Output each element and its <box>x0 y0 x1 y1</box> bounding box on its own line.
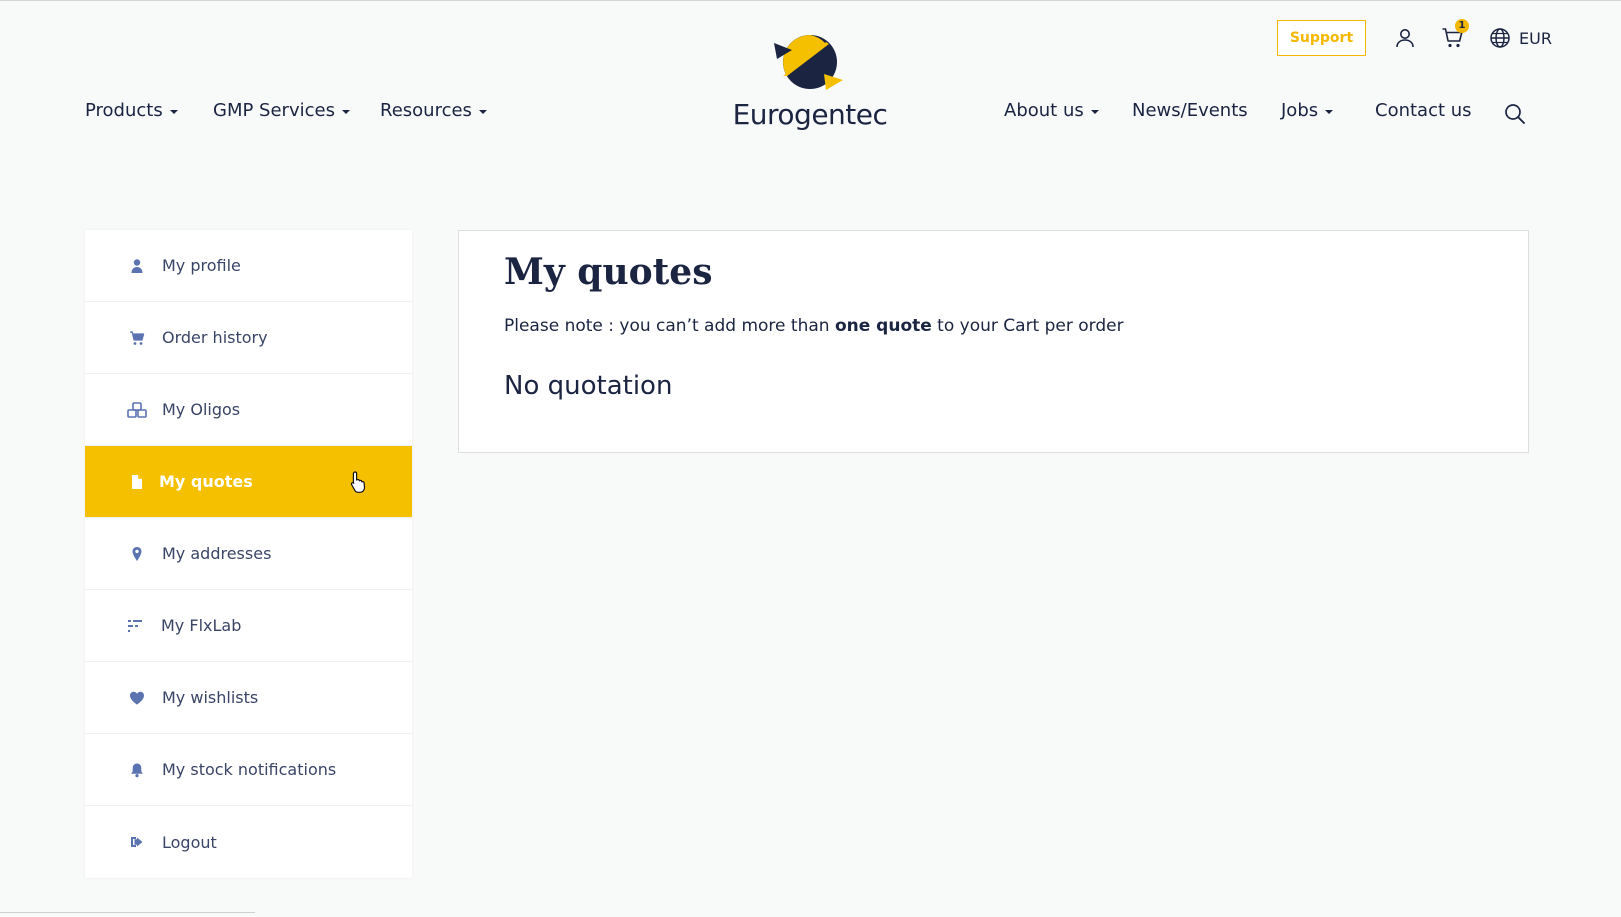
sidebar-item-my-stock-notifications[interactable]: My stock notifications <box>85 734 412 806</box>
quote-limit-note: Please note : you can’t add more than on… <box>504 316 1124 336</box>
nav-resources[interactable]: Resources <box>380 100 487 121</box>
cart-count-badge: 1 <box>1455 19 1469 33</box>
sidebar-item-label: My wishlists <box>162 688 259 707</box>
logo-text: Eurogentec <box>732 98 888 131</box>
nav-gmp-services[interactable]: GMP Services <box>213 100 350 121</box>
sidebar-item-my-wishlists[interactable]: My wishlists <box>85 662 412 734</box>
nav-label: GMP Services <box>213 100 335 121</box>
sidebar-item-label: My FlxLab <box>161 616 242 635</box>
sidebar-item-my-oligos[interactable]: My Oligos <box>85 374 412 446</box>
caret-down-icon <box>169 110 178 114</box>
nav-contact-us[interactable]: Contact us <box>1375 100 1472 121</box>
sidebar-item-label: My quotes <box>159 472 253 491</box>
caret-down-icon <box>1090 110 1099 114</box>
caret-down-icon <box>1325 110 1334 114</box>
sidebar-item-my-flxlab[interactable]: My FlxLab <box>85 590 412 662</box>
sliders-icon <box>128 620 142 632</box>
sidebar-item-label: My stock notifications <box>162 760 337 779</box>
sidebar-item-label: Order history <box>162 328 268 347</box>
bottom-divider <box>0 912 255 913</box>
sidebar-item-my-profile[interactable]: My profile <box>85 230 412 302</box>
caret-down-icon <box>341 110 350 114</box>
nav-label: News/Events <box>1132 100 1248 121</box>
heart-icon <box>130 691 144 705</box>
map-pin-icon <box>132 547 142 561</box>
nav-label: Resources <box>380 100 472 121</box>
file-icon <box>132 475 142 489</box>
caret-down-icon <box>478 110 487 114</box>
logo-mark-icon <box>774 35 843 90</box>
sidebar-item-label: My Oligos <box>162 400 241 419</box>
page-title: My quotes <box>504 251 713 293</box>
cart-icon[interactable]: 1 <box>1441 19 1469 50</box>
sidebar-item-label: My addresses <box>162 544 272 563</box>
nav-jobs[interactable]: Jobs <box>1281 100 1334 121</box>
user-icon <box>131 259 143 273</box>
utility-bar: Support 1 EUR <box>1277 19 1552 56</box>
user-account-icon[interactable] <box>1393 26 1417 50</box>
cart-icon <box>130 331 145 345</box>
nav-products[interactable]: Products <box>85 100 178 121</box>
nav-about-us[interactable]: About us <box>1004 100 1099 121</box>
bell-icon <box>131 763 143 778</box>
nav-label: Products <box>85 100 163 121</box>
nav-news-events[interactable]: News/Events <box>1132 100 1248 121</box>
cubes-icon <box>127 402 147 418</box>
account-sidebar: My profile Order history My Oligos My qu… <box>85 230 412 878</box>
quotes-panel: My quotes Please note : you can’t add mo… <box>458 230 1529 453</box>
note-text-start: Please note : you can’t add more than <box>504 316 835 336</box>
sidebar-item-my-addresses[interactable]: My addresses <box>85 518 412 590</box>
nav-label: Jobs <box>1281 100 1319 121</box>
nav-label: Contact us <box>1375 100 1472 121</box>
currency-selector[interactable]: EUR <box>1519 29 1552 48</box>
globe-icon[interactable] <box>1488 26 1512 50</box>
note-emphasis: one quote <box>834 316 932 336</box>
search-icon[interactable] <box>1504 103 1526 125</box>
sidebar-item-label: Logout <box>162 832 217 852</box>
empty-state-message: No quotation <box>504 371 673 401</box>
hand-cursor-icon <box>350 471 366 493</box>
note-text-end: to your Cart per order <box>931 316 1124 336</box>
sidebar-item-label: My profile <box>162 256 241 275</box>
nav-label: About us <box>1004 100 1084 121</box>
sidebar-item-my-quotes[interactable]: My quotes <box>85 446 412 518</box>
top-border <box>0 0 1621 1</box>
sign-out-icon <box>131 837 143 847</box>
sidebar-item-logout[interactable]: Logout <box>85 806 412 878</box>
sidebar-item-order-history[interactable]: Order history <box>85 302 412 374</box>
eurogentec-logo[interactable]: Eurogentec <box>730 32 890 132</box>
support-button[interactable]: Support <box>1277 20 1366 56</box>
